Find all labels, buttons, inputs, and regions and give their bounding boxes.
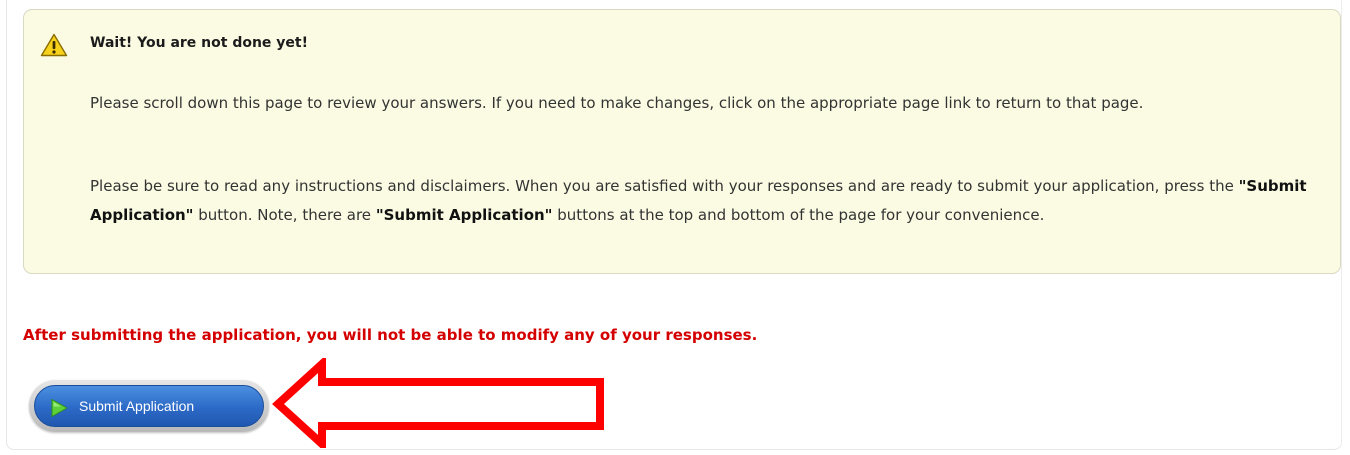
- submit-application-button[interactable]: Submit Application: [29, 380, 269, 432]
- instructions-text: buttons at the top and bottom of the pag…: [552, 206, 1045, 224]
- page: Wait! You are not done yet! Please scrol…: [0, 0, 1350, 455]
- play-icon: [51, 399, 68, 417]
- instructions-text: Please be sure to read any instructions …: [90, 177, 1239, 195]
- red-arrow-pointing-left-icon: [272, 358, 604, 448]
- notice-paragraph-review: Please scroll down this page to review y…: [90, 94, 1144, 112]
- instructions-text: button. Note, there are: [193, 206, 376, 224]
- warning-icon: [40, 33, 68, 57]
- submit-button-face[interactable]: Submit Application: [34, 385, 264, 427]
- notice-title: Wait! You are not done yet!: [90, 35, 308, 51]
- notice-paragraph-instructions: Please be sure to read any instructions …: [90, 172, 1325, 230]
- instructions-bold-button-name: "Submit Application": [375, 206, 553, 224]
- submission-warning-text: After submitting the application, you wi…: [23, 326, 758, 344]
- submit-button-label: Submit Application: [79, 398, 195, 414]
